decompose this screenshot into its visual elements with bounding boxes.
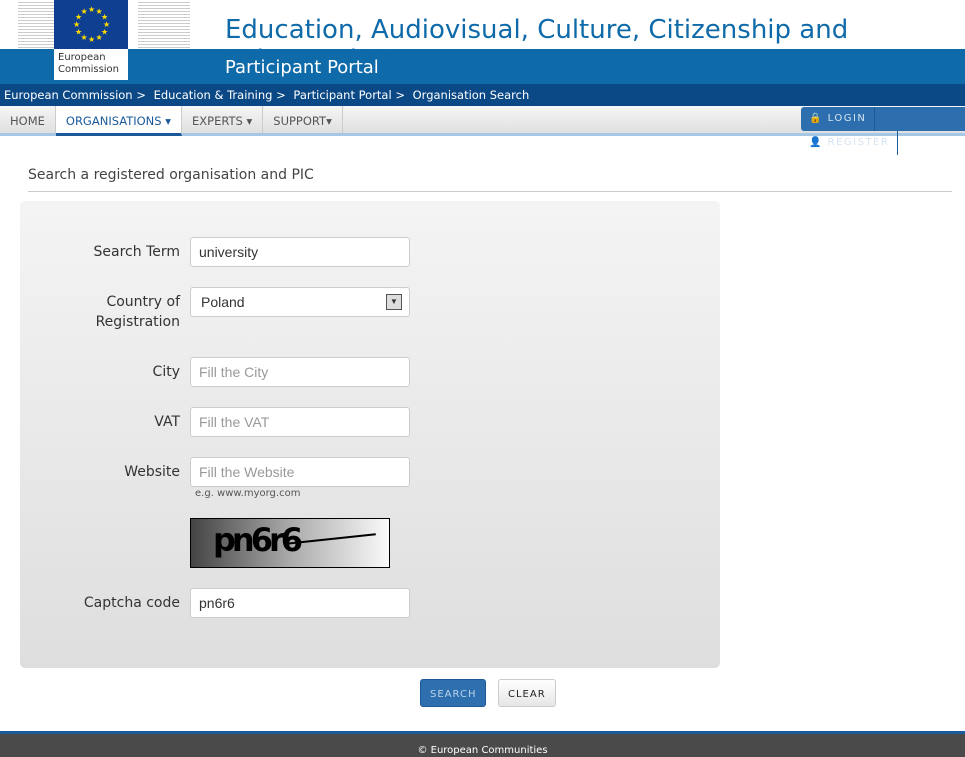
city-input[interactable] xyxy=(190,357,410,387)
logo-text: European xyxy=(58,52,106,63)
svg-text:★: ★ xyxy=(96,33,103,42)
eu-flag-icon: ★ ★ ★ ★ ★ ★ ★ ★ ★ ★ ★ ★ xyxy=(54,0,128,49)
breadcrumb-link[interactable]: Participant Portal > xyxy=(293,88,405,102)
country-label: Country of Registration xyxy=(95,294,180,330)
auth-bar: 🔒 LOGIN 👤 REGISTER xyxy=(801,107,965,155)
nav-support[interactable]: SUPPORT▾ xyxy=(263,106,343,133)
breadcrumb-current: Organisation Search xyxy=(412,88,530,102)
svg-text:★: ★ xyxy=(81,7,88,16)
divider xyxy=(28,191,952,192)
search-term-label: Search Term xyxy=(93,244,180,260)
vat-label: VAT xyxy=(154,414,180,430)
captcha-label: Captcha code xyxy=(83,595,180,611)
search-form: Search Term Country ofRegistration Polan… xyxy=(20,201,720,668)
website-input[interactable] xyxy=(190,457,410,487)
search-term-input[interactable] xyxy=(190,237,410,267)
search-button[interactable]: SEARCH xyxy=(420,679,487,707)
decorative-building xyxy=(18,0,54,49)
decorative-building xyxy=(138,0,190,49)
breadcrumb-link[interactable]: European Commission > xyxy=(4,88,146,102)
country-select[interactable]: Poland ▼ xyxy=(190,287,410,317)
ec-logo[interactable]: ★ ★ ★ ★ ★ ★ ★ ★ ★ ★ ★ ★ European Commission xyxy=(54,0,128,80)
register-button[interactable]: 👤 REGISTER xyxy=(801,131,899,155)
page-title: Search a registered organisation and PIC xyxy=(28,167,314,183)
lock-icon: 🔒 xyxy=(809,113,823,124)
city-label: City xyxy=(152,364,180,380)
chevron-down-icon[interactable]: ▼ xyxy=(386,294,402,310)
login-button[interactable]: 🔒 LOGIN xyxy=(801,107,876,131)
website-hint: e.g. www.myorg.com xyxy=(195,488,301,499)
website-label: Website xyxy=(124,464,180,480)
svg-text:★: ★ xyxy=(88,5,95,14)
site-subtitle: Participant Portal xyxy=(225,57,379,78)
nav-home[interactable]: HOME xyxy=(0,106,56,133)
header: ★ ★ ★ ★ ★ ★ ★ ★ ★ ★ ★ ★ European Commission Educatio… xyxy=(0,0,965,84)
vat-input[interactable] xyxy=(190,407,410,437)
user-icon: 👤 xyxy=(809,137,823,148)
breadcrumb: European Commission > Education & Traini… xyxy=(0,84,965,106)
nav-organisations[interactable]: ORGANISATIONS ▾ xyxy=(55,106,182,136)
captcha-input[interactable] xyxy=(190,588,410,618)
breadcrumb-link[interactable]: Education & Training > xyxy=(154,88,286,102)
captcha-image: pn6r6 xyxy=(190,518,390,568)
clear-button[interactable]: CLEAR xyxy=(498,679,556,707)
svg-text:★: ★ xyxy=(88,35,95,44)
nav-experts[interactable]: EXPERTS ▾ xyxy=(182,106,264,133)
logo-text: Commission xyxy=(58,64,120,75)
footer: © European Communities xyxy=(0,731,965,757)
